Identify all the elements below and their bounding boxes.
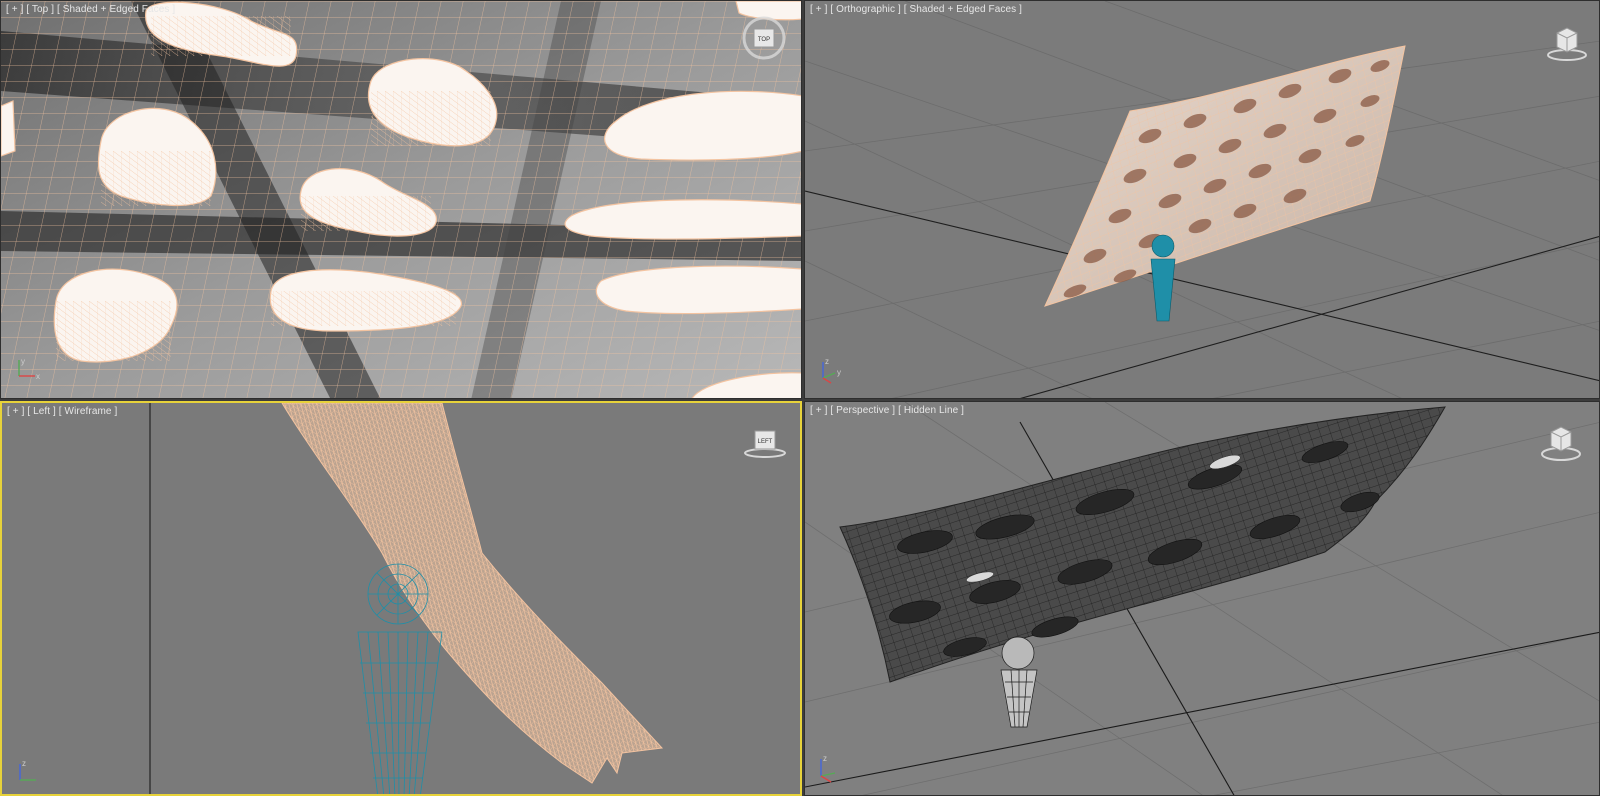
top-view-canvas[interactable] bbox=[1, 1, 802, 399]
panel-wire bbox=[1045, 46, 1405, 306]
y-axis-icon bbox=[822, 372, 836, 379]
x-axis-icon bbox=[820, 775, 832, 783]
axis-x-label: x bbox=[36, 372, 40, 381]
figure-head bbox=[1001, 636, 1035, 670]
axis-y-label: y bbox=[837, 368, 841, 377]
perspective-view-canvas[interactable] bbox=[805, 402, 1600, 796]
orthographic-view-canvas[interactable] bbox=[805, 1, 1600, 399]
y-axis-icon bbox=[820, 772, 836, 777]
viewcube-top[interactable]: TOP bbox=[741, 15, 787, 61]
viewcube-label: LEFT bbox=[758, 439, 773, 445]
viewport-label[interactable]: [ + ] [ Left ] [ Wireframe ] bbox=[7, 406, 117, 417]
axis-y-label: y bbox=[21, 357, 25, 366]
axis-tripod: z bbox=[19, 759, 36, 781]
viewport-left[interactable]: [ + ] [ Left ] [ Wireframe ] LEFT z bbox=[0, 401, 802, 796]
viewcube-left[interactable]: LEFT bbox=[742, 427, 788, 461]
viewport-perspective[interactable]: [ + ] [ Perspective ] [ Hidden Line ] z bbox=[804, 401, 1600, 796]
viewcube-label: TOP bbox=[758, 37, 770, 43]
axis-z-label: z bbox=[823, 754, 827, 763]
viewcube-ortho[interactable] bbox=[1545, 23, 1589, 63]
viewcube-perspective[interactable] bbox=[1539, 422, 1583, 464]
figure-body bbox=[1150, 258, 1176, 322]
facade-wireframe-lines bbox=[281, 403, 664, 784]
viewport-top[interactable]: [ + ] [ Top ] [ Shaded + Edged Faces ] T… bbox=[0, 0, 802, 399]
opening bbox=[1, 100, 16, 157]
figure-head bbox=[1151, 234, 1175, 258]
left-view-canvas[interactable] bbox=[2, 403, 802, 796]
axis-z-label: z bbox=[22, 759, 26, 768]
viewcube-ring[interactable] bbox=[744, 448, 786, 458]
scale-figure-hidden bbox=[1000, 636, 1038, 728]
viewport-orthographic[interactable]: [ + ] [ Orthographic ] [ Shaded + Edged … bbox=[804, 0, 1600, 399]
x-axis-icon bbox=[822, 377, 832, 384]
scale-figure bbox=[1150, 234, 1176, 322]
opening bbox=[595, 265, 801, 315]
viewport-label[interactable]: [ + ] [ Top ] [ Shaded + Edged Faces ] bbox=[6, 4, 175, 15]
axis-tripod: y x bbox=[18, 357, 40, 381]
viewport-label[interactable]: [ + ] [ Orthographic ] [ Shaded + Edged … bbox=[810, 4, 1022, 15]
axis-z-label: z bbox=[825, 357, 829, 366]
axis-tripod: z bbox=[820, 754, 836, 783]
axis-tripod: z y bbox=[822, 357, 841, 384]
viewport-label[interactable]: [ + ] [ Perspective ] [ Hidden Line ] bbox=[810, 405, 964, 416]
